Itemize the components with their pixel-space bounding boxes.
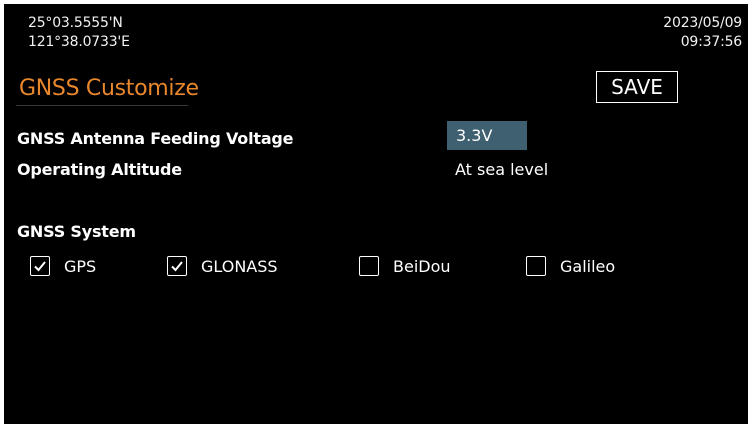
antenna-voltage-select[interactable]: 3.3V: [447, 121, 527, 150]
check-mark-icon: [34, 261, 46, 272]
page-title: GNSS Customize: [19, 76, 199, 101]
altitude-select[interactable]: At sea level: [455, 160, 548, 179]
gps-coordinates: 25°03.5555'N 121°38.0733'E: [28, 14, 130, 52]
glonass-label: GLONASS: [201, 256, 278, 276]
time-readout: 09:37:56: [680, 34, 742, 50]
device-screen: 25°03.5555'N 121°38.0733'E 2023/05/09 09…: [4, 4, 748, 424]
altitude-label: Operating Altitude: [17, 160, 182, 179]
antenna-voltage-label: GNSS Antenna Feeding Voltage: [17, 129, 294, 148]
check-mark-icon: [171, 261, 183, 272]
gnss-option-galileo[interactable]: Galileo: [526, 254, 615, 278]
beidou-checkbox[interactable]: [359, 256, 379, 276]
beidou-label: BeiDou: [393, 256, 451, 276]
gnss-option-gps[interactable]: GPS: [30, 254, 96, 278]
save-button[interactable]: SAVE: [596, 71, 678, 103]
gnss-option-glonass[interactable]: GLONASS: [167, 254, 278, 278]
date-readout: 2023/05/09: [663, 15, 742, 31]
latitude-readout: 25°03.5555'N: [28, 15, 123, 31]
gps-checkbox[interactable]: [30, 256, 50, 276]
title-divider: [16, 105, 188, 106]
gnss-system-label: GNSS System: [17, 222, 136, 241]
gps-label: GPS: [64, 256, 97, 276]
galileo-label: Galileo: [560, 256, 616, 276]
date-time: 2023/05/09 09:37:56: [663, 14, 742, 52]
glonass-checkbox[interactable]: [167, 256, 187, 276]
gnss-option-beidou[interactable]: BeiDou: [359, 254, 451, 278]
longitude-readout: 121°38.0733'E: [28, 34, 130, 50]
galileo-checkbox[interactable]: [526, 256, 546, 276]
